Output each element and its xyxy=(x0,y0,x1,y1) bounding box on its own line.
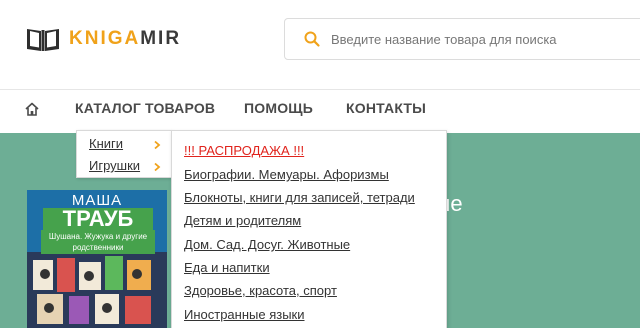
open-book-icon xyxy=(27,29,59,51)
submenu-item[interactable]: Дом. Сад. Досуг. Животные xyxy=(184,237,350,252)
chevron-right-icon xyxy=(154,140,161,150)
submenu-item[interactable]: Блокноты, книги для записей, тетради xyxy=(184,190,415,205)
submenu-item[interactable]: Детям и родителям xyxy=(184,213,301,228)
menu-item-books[interactable]: Книги xyxy=(89,136,123,151)
search-input[interactable] xyxy=(331,31,631,47)
site-logo[interactable]: KNIGAMIR xyxy=(25,24,181,54)
site-header: KNIGAMIR xyxy=(0,0,640,90)
submenu-item[interactable]: Биографии. Мемуары. Афоризмы xyxy=(184,167,389,182)
menu-item-toys[interactable]: Игрушки xyxy=(89,158,140,173)
book-subtitle: Шушана. Жужука и другие родственники xyxy=(41,230,155,254)
submenu-item-sale[interactable]: !!! РАСПРОДАЖА !!! xyxy=(184,143,304,158)
logo-text-part2: MIR xyxy=(140,28,182,49)
book-title: ТРАУБ xyxy=(43,208,153,230)
books-submenu: !!! РАСПРОДАЖА !!! Биографии. Мемуары. А… xyxy=(171,130,447,328)
logo-text-part1: KNIGA xyxy=(69,28,141,49)
submenu-item[interactable]: Здоровье, красота, спорт xyxy=(184,283,337,298)
submenu-item[interactable]: Еда и напитки xyxy=(184,260,270,275)
logo-text: KNIGAMIR xyxy=(69,28,181,50)
home-icon[interactable] xyxy=(24,101,40,117)
catalog-dropdown: Книги Игрушки xyxy=(76,130,172,178)
search-icon[interactable] xyxy=(303,30,321,48)
submenu-item[interactable]: Иностранные языки xyxy=(184,307,305,322)
main-nav: КАТАЛОГ ТОВАРОВ ПОМОЩЬ КОНТАКТЫ xyxy=(0,91,640,133)
nav-catalog[interactable]: КАТАЛОГ ТОВАРОВ xyxy=(75,100,215,116)
chevron-right-icon xyxy=(154,162,161,172)
book-cover[interactable]: МАША ТРАУБ Шушана. Жужука и другие родст… xyxy=(27,190,167,328)
nav-contacts[interactable]: КОНТАКТЫ xyxy=(346,100,426,116)
search-box[interactable] xyxy=(284,18,640,60)
nav-help[interactable]: ПОМОЩЬ xyxy=(244,100,313,116)
